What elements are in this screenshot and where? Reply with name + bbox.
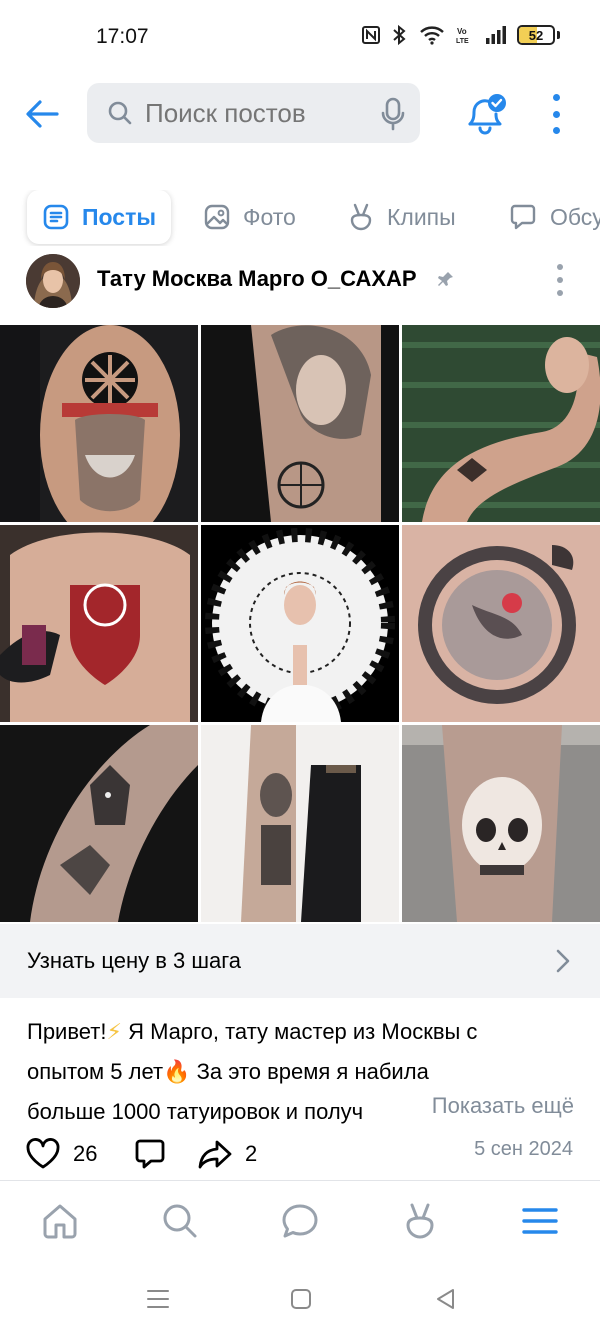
photo-tattoo-slavic-sun-shoulder[interactable] xyxy=(0,325,198,522)
post-text-truncated: больше 1000 татуировок и получ xyxy=(27,1099,364,1124)
status-time: 17:07 xyxy=(96,25,149,48)
photo-icon xyxy=(204,204,230,230)
fire-emoji-icon: 🔥 xyxy=(163,1060,191,1085)
battery-cap xyxy=(557,31,560,39)
search-bar[interactable] xyxy=(87,83,420,143)
status-bar: 17:07 Vo LTE 52 xyxy=(0,0,600,76)
lightning-emoji-icon: ⚡ xyxy=(106,1020,122,1045)
arrow-left-icon xyxy=(26,100,59,128)
post-text-greeting: Привет! xyxy=(27,1019,107,1044)
nav-menu[interactable] xyxy=(518,1199,562,1243)
photo-tattoo-back-shield[interactable] xyxy=(0,525,198,722)
square-icon xyxy=(291,1289,311,1309)
post-header: Тату Москва Марго О_САХАР xyxy=(0,252,600,312)
dot-icon xyxy=(557,277,563,283)
volte-icon: Vo LTE xyxy=(456,27,469,45)
tab-posts[interactable]: Посты xyxy=(27,190,171,244)
post-text-continued: За это время я набила xyxy=(196,1059,429,1084)
like-button[interactable]: 26 xyxy=(25,1130,97,1178)
photo-tattoo-wolf-sleeve[interactable] xyxy=(0,725,198,922)
photo-tattoo-serpent-circle[interactable] xyxy=(402,525,600,722)
share-icon xyxy=(198,1140,232,1169)
back-button[interactable] xyxy=(22,94,62,134)
nfc-icon xyxy=(362,26,380,44)
photo-tattoo-arm-green-background[interactable] xyxy=(402,325,600,522)
battery-level: 52 xyxy=(528,27,544,43)
header xyxy=(0,80,600,146)
avatar-image xyxy=(26,254,80,308)
dot-icon xyxy=(552,110,560,118)
svg-text:Vo: Vo xyxy=(457,27,467,36)
dot-icon xyxy=(552,94,560,101)
battery-icon: 52 xyxy=(517,25,555,45)
photo-tattoo-skull-leg[interactable] xyxy=(402,725,600,922)
post-text-intro: Я Марго, тату мастер из Москвы с xyxy=(128,1019,478,1044)
post-text-line: Привет!⚡ Я Марго, тату мастер из Москвы … xyxy=(27,1012,577,1052)
dot-icon xyxy=(557,264,563,270)
nav-search[interactable] xyxy=(158,1199,202,1243)
photo-woman-rune-circle[interactable] xyxy=(201,525,399,722)
search-icon xyxy=(163,1204,197,1238)
search-icon xyxy=(108,101,132,125)
triangle-back-icon xyxy=(437,1289,454,1309)
clips-icon xyxy=(350,203,372,231)
show-more-link[interactable]: Показать ещё xyxy=(407,1086,574,1125)
tab-photo[interactable]: Фото xyxy=(203,190,296,244)
signal-icon xyxy=(486,26,506,44)
nav-clips[interactable] xyxy=(398,1199,442,1243)
tabs-bar: Посты Фото Клипы Обсу xyxy=(0,190,600,246)
comment-button[interactable] xyxy=(133,1130,179,1178)
tab-clips-label: Клипы xyxy=(387,203,456,230)
tab-discussions[interactable]: Обсу xyxy=(508,190,600,244)
posts-icon xyxy=(43,204,69,230)
home-icon xyxy=(43,1204,77,1239)
bluetooth-icon xyxy=(393,24,406,46)
tab-discussions-label: Обсу xyxy=(550,203,600,230)
clips-icon xyxy=(406,1203,434,1239)
status-icons: Vo LTE 52 xyxy=(361,24,560,46)
menu-icon xyxy=(522,1208,558,1234)
recent-apps-button[interactable] xyxy=(143,1284,173,1314)
photo-tattoo-woman-portrait-arm[interactable] xyxy=(201,325,399,522)
post-actions: 26 2 5 сен 2024 xyxy=(0,1130,600,1180)
home-system-button[interactable] xyxy=(286,1284,316,1314)
avatar[interactable] xyxy=(26,254,80,308)
dot-icon xyxy=(552,127,560,134)
bell-icon xyxy=(468,94,506,135)
wifi-icon xyxy=(420,26,444,45)
tab-posts-label: Посты xyxy=(82,203,156,230)
post-more-button[interactable] xyxy=(554,264,566,296)
nav-home[interactable] xyxy=(38,1199,82,1243)
discussions-icon xyxy=(510,204,536,230)
comment-icon xyxy=(135,1139,165,1169)
post-author[interactable]: Тату Москва Марго О_САХАР xyxy=(97,266,417,292)
photo-grid xyxy=(0,325,600,923)
more-menu-button[interactable] xyxy=(544,94,568,134)
messages-icon xyxy=(282,1204,318,1238)
dot-icon xyxy=(557,290,563,296)
notifications-button[interactable] xyxy=(462,92,508,136)
nav-messages[interactable] xyxy=(278,1199,322,1243)
heart-icon xyxy=(26,1138,60,1169)
pin-icon xyxy=(438,272,453,286)
photo-tattoo-valkyrie-forearm[interactable] xyxy=(201,725,399,922)
post-text-experience: опытом 5 лет xyxy=(27,1059,164,1084)
search-input[interactable] xyxy=(145,97,345,129)
recent-apps-icon xyxy=(147,1290,169,1308)
bottom-navigation xyxy=(0,1180,600,1260)
microphone-icon[interactable] xyxy=(380,97,406,131)
price-link-label: Узнать цену в 3 шага xyxy=(27,948,242,973)
price-link[interactable]: Узнать цену в 3 шага xyxy=(0,924,600,998)
chevron-right-icon xyxy=(556,949,570,973)
system-navigation xyxy=(0,1262,600,1332)
tab-photo-label: Фото xyxy=(243,203,296,230)
tab-clips[interactable]: Клипы xyxy=(347,190,456,244)
like-count: 26 xyxy=(73,1141,98,1166)
svg-text:LTE: LTE xyxy=(456,38,469,45)
share-count: 2 xyxy=(245,1141,258,1166)
share-button[interactable]: 2 xyxy=(197,1130,257,1178)
post-date: 5 сен 2024 xyxy=(474,1138,573,1160)
back-system-button[interactable] xyxy=(430,1284,460,1314)
